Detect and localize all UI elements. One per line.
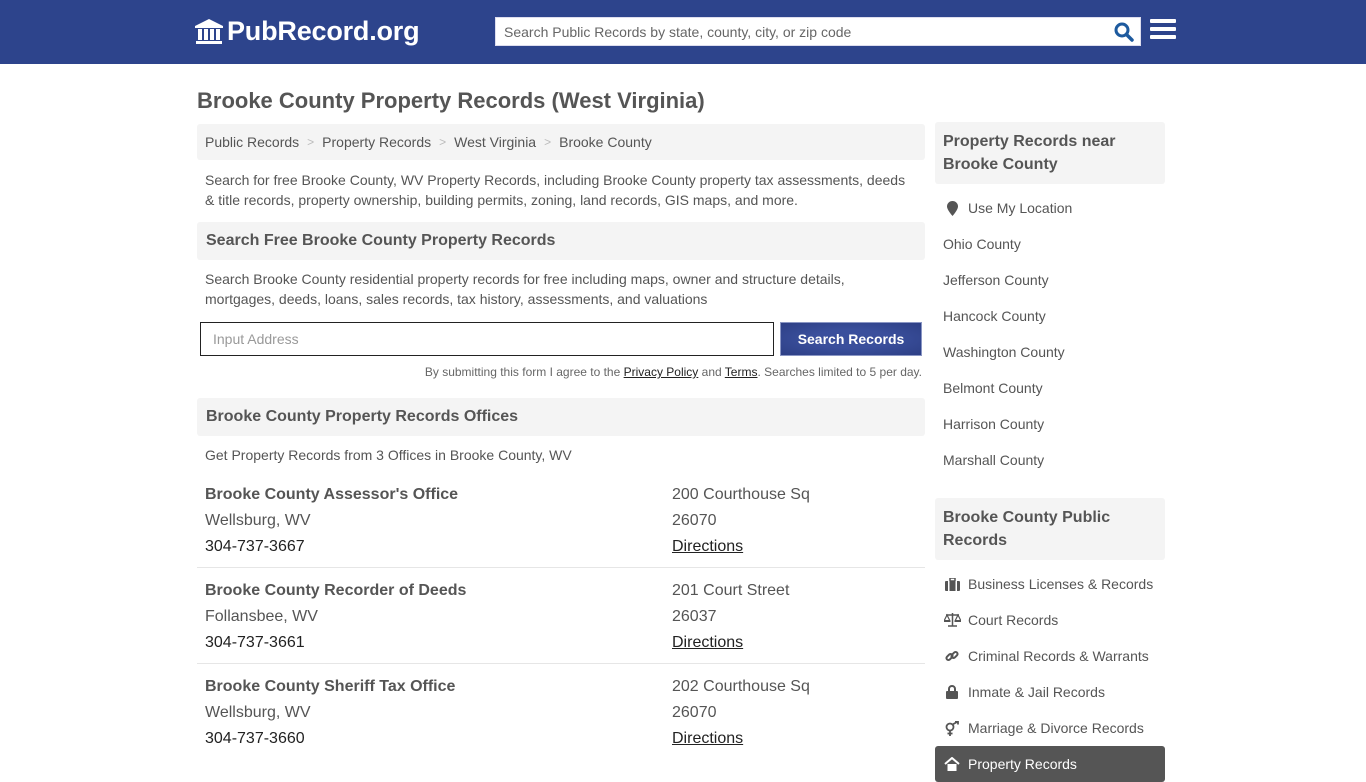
- office-name: Brooke County Recorder of Deeds: [205, 582, 467, 599]
- nearby-county-link[interactable]: Washington County: [935, 334, 1165, 370]
- offices-section-heading: Brooke County Property Records Offices: [197, 398, 925, 436]
- page-title: Brooke County Property Records (West Vir…: [197, 88, 705, 113]
- office-address: 202 Courthouse Sq: [672, 678, 810, 695]
- use-my-location[interactable]: Use My Location: [935, 190, 1165, 226]
- nearby-county-link[interactable]: Jefferson County: [935, 262, 1165, 298]
- sidebar-item-property[interactable]: Property Records: [935, 746, 1165, 782]
- breadcrumb-separator: >: [439, 135, 447, 149]
- form-disclaimer: By submitting this form I agree to the P…: [197, 365, 925, 379]
- intro-text: Search for free Brooke County, WV Proper…: [205, 172, 906, 208]
- search-icon: [1114, 22, 1134, 42]
- office-directions-link[interactable]: Directions: [672, 538, 743, 555]
- sidebar-item-label: Marriage & Divorce Records: [968, 720, 1144, 736]
- offices-subtitle: Get Property Records from 3 Offices in B…: [205, 447, 572, 463]
- nearby-list: Use My Location Ohio County Jefferson Co…: [935, 184, 1165, 478]
- address-input[interactable]: [200, 322, 774, 356]
- sidebar-item-label: Criminal Records & Warrants: [968, 648, 1149, 664]
- home-icon: [943, 756, 961, 772]
- site-logo[interactable]: PubRecord.org: [195, 16, 420, 47]
- hamburger-menu-icon[interactable]: [1150, 19, 1176, 43]
- sidebar-item-criminal[interactable]: Criminal Records & Warrants: [935, 638, 1165, 674]
- sidebar: Property Records near Brooke County Use …: [935, 122, 1165, 782]
- breadcrumb-public-records[interactable]: Public Records: [205, 134, 299, 150]
- office-city: Follansbee, WV: [205, 608, 318, 625]
- office-zip: 26037: [672, 608, 717, 625]
- office-item: Brooke County Sheriff Tax Office Wellsbu…: [197, 664, 925, 759]
- global-search: [495, 17, 1141, 46]
- breadcrumb-west-virginia[interactable]: West Virginia: [454, 134, 536, 150]
- nearby-county-link[interactable]: Harrison County: [935, 406, 1165, 442]
- search-records-button[interactable]: Search Records: [780, 322, 922, 356]
- sidebar-item-label: Business Licenses & Records: [968, 576, 1154, 592]
- sidebar-item-court[interactable]: Court Records: [935, 602, 1165, 638]
- public-records-heading: Brooke County Public Records: [935, 498, 1165, 560]
- office-item: Brooke County Assessor's Office Wellsbur…: [197, 472, 925, 568]
- office-list: Brooke County Assessor's Office Wellsbur…: [197, 472, 925, 759]
- office-address: 201 Court Street: [672, 582, 790, 599]
- office-city: Wellsburg, WV: [205, 704, 311, 721]
- use-my-location-label: Use My Location: [968, 200, 1073, 216]
- map-marker-icon: [943, 200, 961, 216]
- office-address: 200 Courthouse Sq: [672, 486, 810, 503]
- sidebar-item-label: Court Records: [968, 612, 1059, 628]
- office-zip: 26070: [672, 704, 717, 721]
- sidebar-item-label: Property Records: [968, 756, 1077, 772]
- sidebar-item-inmate[interactable]: Inmate & Jail Records: [935, 674, 1165, 710]
- breadcrumb-property-records[interactable]: Property Records: [322, 134, 431, 150]
- sidebar-item-label: Inmate & Jail Records: [968, 684, 1105, 700]
- office-phone[interactable]: 304-737-3667: [205, 534, 672, 560]
- office-name: Brooke County Assessor's Office: [205, 486, 459, 503]
- office-city: Wellsburg, WV: [205, 512, 311, 529]
- office-name: Brooke County Sheriff Tax Office: [205, 678, 456, 695]
- office-phone[interactable]: 304-737-3660: [205, 726, 672, 752]
- office-directions-link[interactable]: Directions: [672, 730, 743, 747]
- logo-text: PubRecord.org: [227, 16, 420, 46]
- office-zip: 26070: [672, 512, 717, 529]
- nearby-county-link[interactable]: Marshall County: [935, 442, 1165, 478]
- nearby-heading: Property Records near Brooke County: [935, 122, 1165, 184]
- scales-icon: [943, 612, 961, 628]
- nearby-county-link[interactable]: Belmont County: [935, 370, 1165, 406]
- public-records-list: Business Licenses & Records Court Record…: [935, 560, 1165, 782]
- office-item: Brooke County Recorder of Deeds Follansb…: [197, 568, 925, 664]
- disclaimer-prefix: By submitting this form I agree to the: [424, 365, 624, 379]
- top-navbar: PubRecord.org: [0, 0, 1366, 64]
- disclaimer-and: and: [698, 365, 725, 379]
- sidebar-item-business[interactable]: Business Licenses & Records: [935, 566, 1165, 602]
- link-icon: [943, 648, 961, 664]
- terms-link[interactable]: Terms: [725, 365, 758, 379]
- courthouse-icon: [195, 18, 223, 44]
- main-content: Public Records > Property Records > West…: [197, 124, 925, 759]
- lock-icon: [943, 684, 961, 700]
- office-phone[interactable]: 304-737-3661: [205, 630, 672, 656]
- disclaimer-suffix: . Searches limited to 5 per day.: [757, 365, 922, 379]
- search-section-description: Search Brooke County residential propert…: [205, 271, 845, 307]
- breadcrumb-brooke-county[interactable]: Brooke County: [559, 134, 652, 150]
- breadcrumb-separator: >: [307, 135, 315, 149]
- breadcrumb: Public Records > Property Records > West…: [197, 124, 925, 160]
- search-section-heading: Search Free Brooke County Property Recor…: [197, 222, 925, 260]
- nearby-county-link[interactable]: Hancock County: [935, 298, 1165, 334]
- briefcase-icon: [943, 576, 961, 592]
- search-button[interactable]: [1108, 18, 1140, 45]
- privacy-policy-link[interactable]: Privacy Policy: [624, 365, 699, 379]
- sidebar-item-marriage[interactable]: Marriage & Divorce Records: [935, 710, 1165, 746]
- office-directions-link[interactable]: Directions: [672, 634, 743, 651]
- global-search-input[interactable]: [496, 18, 1108, 45]
- address-search-form: Search Records: [197, 322, 925, 356]
- gender-icon: [943, 720, 961, 736]
- breadcrumb-separator: >: [544, 135, 552, 149]
- nearby-county-link[interactable]: Ohio County: [935, 226, 1165, 262]
